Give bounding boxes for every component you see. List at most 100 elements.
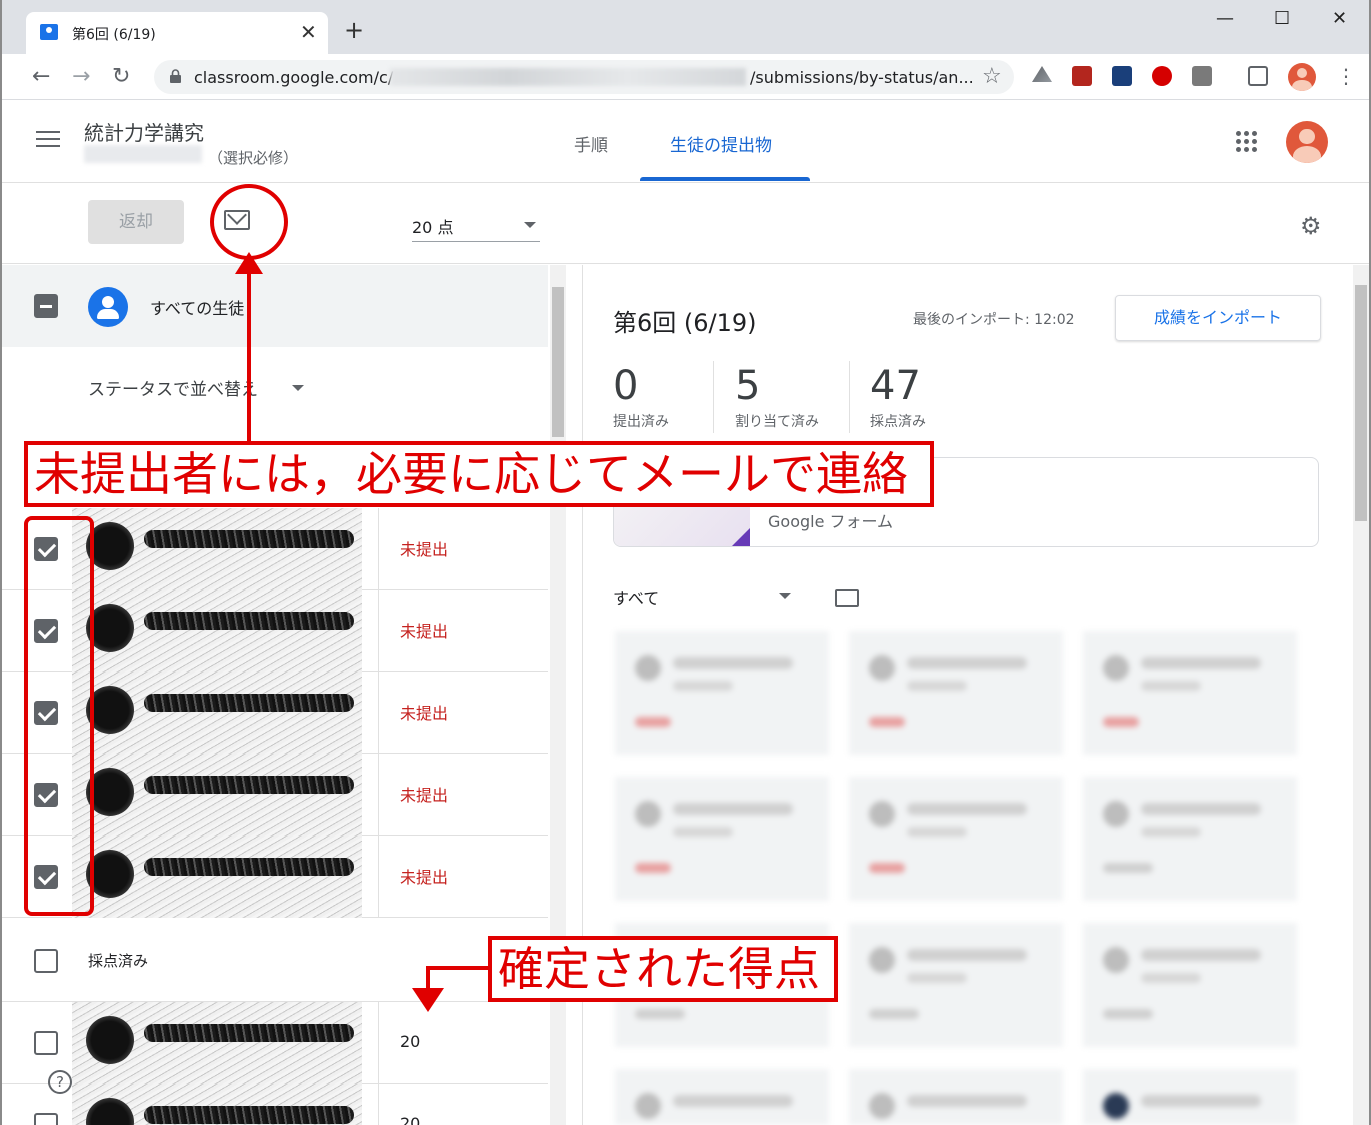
- student-row[interactable]: 20: [2, 1084, 548, 1125]
- url-suffix: /submissions/by-status/an...: [750, 68, 974, 87]
- lock-extension-icon[interactable]: [1112, 66, 1132, 86]
- annotation-circle: [210, 184, 288, 260]
- submission-card[interactable]: [849, 631, 1063, 755]
- sort-caret-icon[interactable]: [292, 385, 304, 391]
- graded-group-row[interactable]: 採点済み: [2, 920, 548, 1002]
- submission-card[interactable]: [849, 923, 1063, 1047]
- redacted-name: [144, 1024, 354, 1042]
- stat-number: 5: [735, 363, 761, 409]
- browser-menu-icon[interactable]: ⋮: [1336, 64, 1356, 88]
- browser-window: 第6回 (6/19) ✕ + — ☐ ✕ ← → ↻ classroom.goo…: [0, 0, 1371, 1125]
- folder-icon[interactable]: [835, 589, 859, 607]
- return-button[interactable]: 返却: [88, 200, 184, 244]
- stat-assigned[interactable]: 5 割り当て済み: [735, 361, 819, 441]
- submission-card[interactable]: [1083, 1069, 1297, 1125]
- stat-graded[interactable]: 47 採点済み: [870, 361, 926, 441]
- submission-card[interactable]: [1083, 631, 1297, 755]
- drive-extension-icon[interactable]: [1032, 66, 1052, 82]
- graded-group-label: 採点済み: [88, 952, 149, 970]
- submission-card[interactable]: [849, 1069, 1063, 1125]
- divider: [378, 1002, 379, 1084]
- points-select[interactable]: 20 点: [412, 214, 540, 242]
- reload-icon[interactable]: ↻: [112, 64, 130, 89]
- divider: [378, 508, 379, 590]
- course-title[interactable]: 統計力学講究: [84, 117, 204, 146]
- redacted-student: [72, 836, 362, 918]
- submission-card[interactable]: [1083, 923, 1297, 1047]
- submission-card[interactable]: [615, 777, 829, 901]
- settings-gear-icon[interactable]: ⚙: [1300, 212, 1322, 240]
- select-all-checkbox[interactable]: [34, 294, 58, 318]
- dropdown-arrow-icon: [524, 222, 536, 228]
- profile-avatar[interactable]: [1288, 63, 1316, 91]
- address-bar[interactable]: classroom.google.com/c/ /submissions/by-…: [154, 60, 1014, 94]
- redacted-student: [72, 754, 362, 836]
- status-badge: 未提出: [400, 704, 449, 723]
- forward-icon[interactable]: →: [72, 64, 90, 89]
- annotation-arrow-head: [412, 988, 444, 1012]
- tab-title: 第6回 (6/19): [72, 27, 156, 43]
- divider: [849, 361, 850, 433]
- status-badge: 未提出: [400, 868, 449, 887]
- all-students-row[interactable]: すべての生徒: [2, 265, 548, 347]
- main-menu-icon[interactable]: [36, 131, 60, 149]
- submission-card[interactable]: [615, 1069, 829, 1125]
- redacted-name: [144, 530, 354, 548]
- pdf-extension-icon[interactable]: [1072, 66, 1092, 86]
- student-checkbox[interactable]: [34, 1113, 58, 1125]
- filter-caret-icon[interactable]: [779, 593, 791, 599]
- annotation-checkbox-box: [24, 516, 94, 916]
- student-checkbox[interactable]: [34, 1031, 58, 1055]
- tab-instructions[interactable]: 手順: [574, 131, 608, 156]
- avatar: [86, 1098, 134, 1125]
- people-group-icon: [88, 287, 128, 327]
- import-grades-button[interactable]: 成績をインポート: [1115, 295, 1321, 341]
- submission-card[interactable]: [849, 777, 1063, 901]
- tab-close-icon[interactable]: ✕: [300, 20, 317, 44]
- assignment-title: 第6回 (6/19): [613, 309, 757, 337]
- minimize-button[interactable]: —: [1216, 8, 1234, 29]
- close-window-button[interactable]: ✕: [1332, 8, 1347, 29]
- redacted-student: [72, 590, 362, 672]
- apps-grid-icon[interactable]: [1236, 131, 1258, 153]
- right-scroll-thumb[interactable]: [1355, 285, 1367, 521]
- redacted-name: [144, 858, 354, 876]
- extension-icon[interactable]: [1192, 66, 1212, 86]
- bookmark-star-icon[interactable]: ☆: [982, 64, 1002, 89]
- divider: [378, 836, 379, 918]
- stat-number: 0: [613, 363, 639, 409]
- lock-icon: [170, 69, 181, 83]
- annotation-score-note: 確定された得点: [488, 936, 838, 1002]
- status-badge: 未提出: [400, 622, 449, 641]
- submission-card[interactable]: [1083, 777, 1297, 901]
- redacted-student: [72, 1002, 362, 1084]
- last-import-time: 最後のインポート: 12:02: [913, 312, 1075, 328]
- attachment-type-label: Google フォーム: [768, 512, 894, 531]
- classroom-header: 統計力学講究 （選択必修） 手順 生徒の提出物: [2, 101, 1369, 183]
- annotation-arrow-line: [247, 260, 251, 441]
- grade-value[interactable]: 20: [400, 1114, 420, 1125]
- stat-submitted[interactable]: 0 提出済み: [613, 361, 669, 441]
- left-scroll-thumb[interactable]: [552, 287, 564, 437]
- help-icon[interactable]: ?: [48, 1070, 72, 1094]
- maximize-button[interactable]: ☐: [1274, 8, 1290, 29]
- sort-dropdown[interactable]: ステータスで並べ替え: [88, 375, 258, 400]
- submission-card[interactable]: [615, 631, 829, 755]
- back-icon[interactable]: ←: [32, 64, 50, 89]
- status-badge: 未提出: [400, 786, 449, 805]
- title-bar: 第6回 (6/19) ✕ + — ☐ ✕: [2, 0, 1369, 54]
- cast-icon[interactable]: [1248, 66, 1268, 86]
- tab-student-work[interactable]: 生徒の提出物: [670, 131, 772, 156]
- url-prefix: classroom.google.com/c/: [194, 68, 394, 87]
- security-extension-icon[interactable]: [1152, 66, 1172, 86]
- filter-dropdown[interactable]: すべて: [613, 585, 659, 609]
- url-redacted: [390, 68, 746, 86]
- graded-group-checkbox[interactable]: [34, 949, 58, 973]
- action-bar: 返却 20 点 ⚙: [2, 184, 1369, 264]
- browser-tab[interactable]: 第6回 (6/19) ✕: [26, 12, 328, 54]
- stat-label: 割り当て済み: [735, 414, 819, 430]
- account-avatar[interactable]: [1286, 121, 1328, 163]
- new-tab-button[interactable]: +: [344, 16, 364, 44]
- student-row[interactable]: 20: [2, 1002, 548, 1084]
- grade-value[interactable]: 20: [400, 1032, 420, 1051]
